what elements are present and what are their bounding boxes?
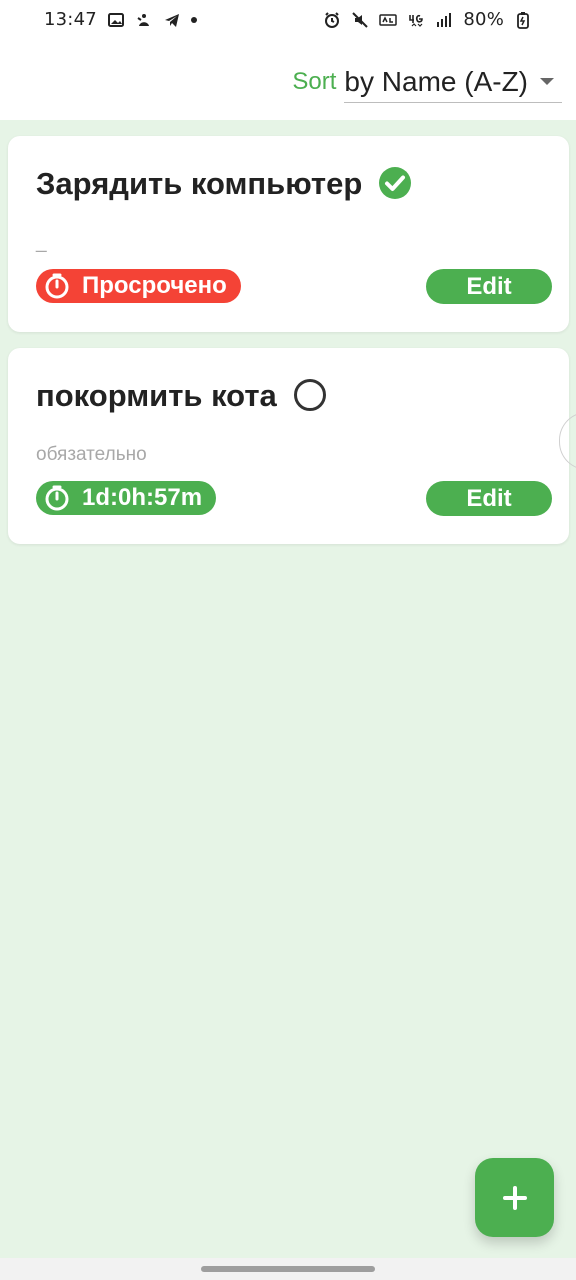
timer-text: 1d:0h:57m: [82, 484, 203, 511]
empty-circle-icon[interactable]: [293, 378, 327, 412]
4g-icon: [409, 14, 424, 27]
alarm-icon: [325, 11, 340, 28]
edit-button[interactable]: Edit: [426, 481, 552, 516]
stopwatch-icon: [45, 273, 69, 299]
top-app-bar: 13:47 80% Sort by Name (A-Z): [0, 0, 576, 120]
task-card: покормить кота обязательно 1d:0h:57m Edi…: [8, 348, 569, 544]
battery-percent: 80%: [463, 9, 504, 30]
status-right: 80%: [323, 9, 532, 30]
sort-dropdown[interactable]: by Name (A-Z): [344, 62, 562, 103]
timer-badge: 1d:0h:57m: [36, 481, 217, 515]
chevron-down-icon: [540, 78, 554, 85]
plus-icon: [502, 1185, 527, 1210]
task-title-row: Зарядить компьютер: [36, 166, 412, 200]
task-title-row: покормить кота: [36, 378, 327, 412]
status-time: 13:47: [44, 9, 97, 30]
edit-button[interactable]: Edit: [426, 269, 552, 304]
telegram-icon: [164, 13, 179, 27]
task-title: покормить кота: [36, 377, 277, 413]
check-circle-icon[interactable]: [378, 166, 412, 200]
mute-icon: [352, 11, 369, 28]
timer-badge: Просрочено: [36, 269, 241, 303]
sort-value: by Name (A-Z): [344, 65, 528, 97]
volte-icon: [379, 13, 398, 26]
task-description: обязательно: [36, 444, 147, 465]
signal-icon: [437, 12, 452, 27]
stopwatch-icon: [45, 485, 69, 511]
task-card: Зарядить компьютер _ Просрочено Edit: [8, 136, 569, 332]
timer-text: Просрочено: [82, 272, 227, 299]
home-gesture-handle[interactable]: [201, 1266, 375, 1272]
task-description: _: [36, 232, 47, 253]
add-task-button[interactable]: [475, 1158, 554, 1237]
dot-icon: [190, 16, 197, 23]
status-bar: 13:47 80%: [0, 0, 576, 42]
task-list: Зарядить компьютер _ Просрочено Edit пок…: [8, 136, 569, 560]
battery-icon: [517, 11, 529, 29]
app-icon: [137, 13, 149, 26]
sort-label: Sort: [292, 68, 337, 95]
image-icon: [107, 12, 124, 27]
sort-control: Sort by Name (A-Z): [292, 62, 562, 103]
task-title: Зарядить компьютер: [36, 165, 363, 201]
gesture-nav-bar: [0, 1258, 576, 1280]
status-left: 13:47: [44, 9, 197, 30]
